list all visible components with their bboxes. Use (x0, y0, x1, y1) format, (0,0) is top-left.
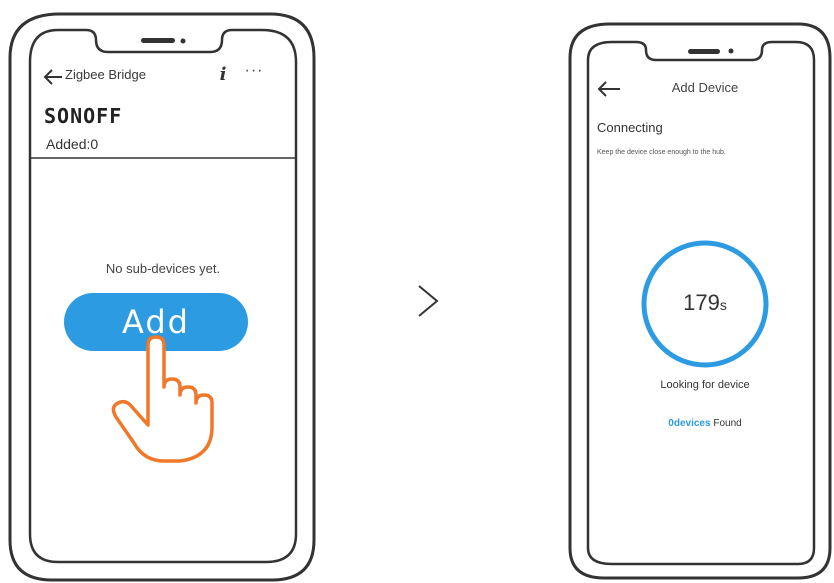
left-page-title: Zigbee Bridge (65, 67, 146, 82)
info-icon[interactable]: i (216, 64, 230, 86)
looking-for-device-label: Looking for device (660, 379, 750, 391)
devices-found-count: 0devices (668, 418, 711, 429)
back-arrow-icon[interactable] (596, 79, 622, 99)
left-speaker (141, 38, 175, 43)
connecting-heading: Connecting (597, 120, 663, 135)
left-camera (180, 38, 186, 44)
back-arrow-icon[interactable] (42, 67, 64, 87)
more-icon[interactable]: ··· (243, 62, 265, 84)
countdown-timer: 179s (638, 290, 772, 316)
countdown-unit: s (719, 297, 727, 313)
added-count: Added:0 (46, 136, 99, 152)
right-page-title: Add Device (671, 80, 739, 95)
hub-proximity-hint: Keep the device close enough to the hub. (597, 149, 726, 156)
empty-state-message: No sub-devices yet. (105, 261, 221, 276)
devices-found-label: Found (713, 418, 742, 429)
pointing-hand-icon (111, 335, 214, 463)
right-speaker (688, 49, 720, 54)
devices-found: 0devices Found (640, 418, 770, 429)
sonoff-logo: SONOFF (44, 104, 123, 128)
right-camera (728, 48, 734, 54)
chevron-right-icon (418, 285, 439, 317)
countdown-value: 179 (683, 290, 720, 315)
